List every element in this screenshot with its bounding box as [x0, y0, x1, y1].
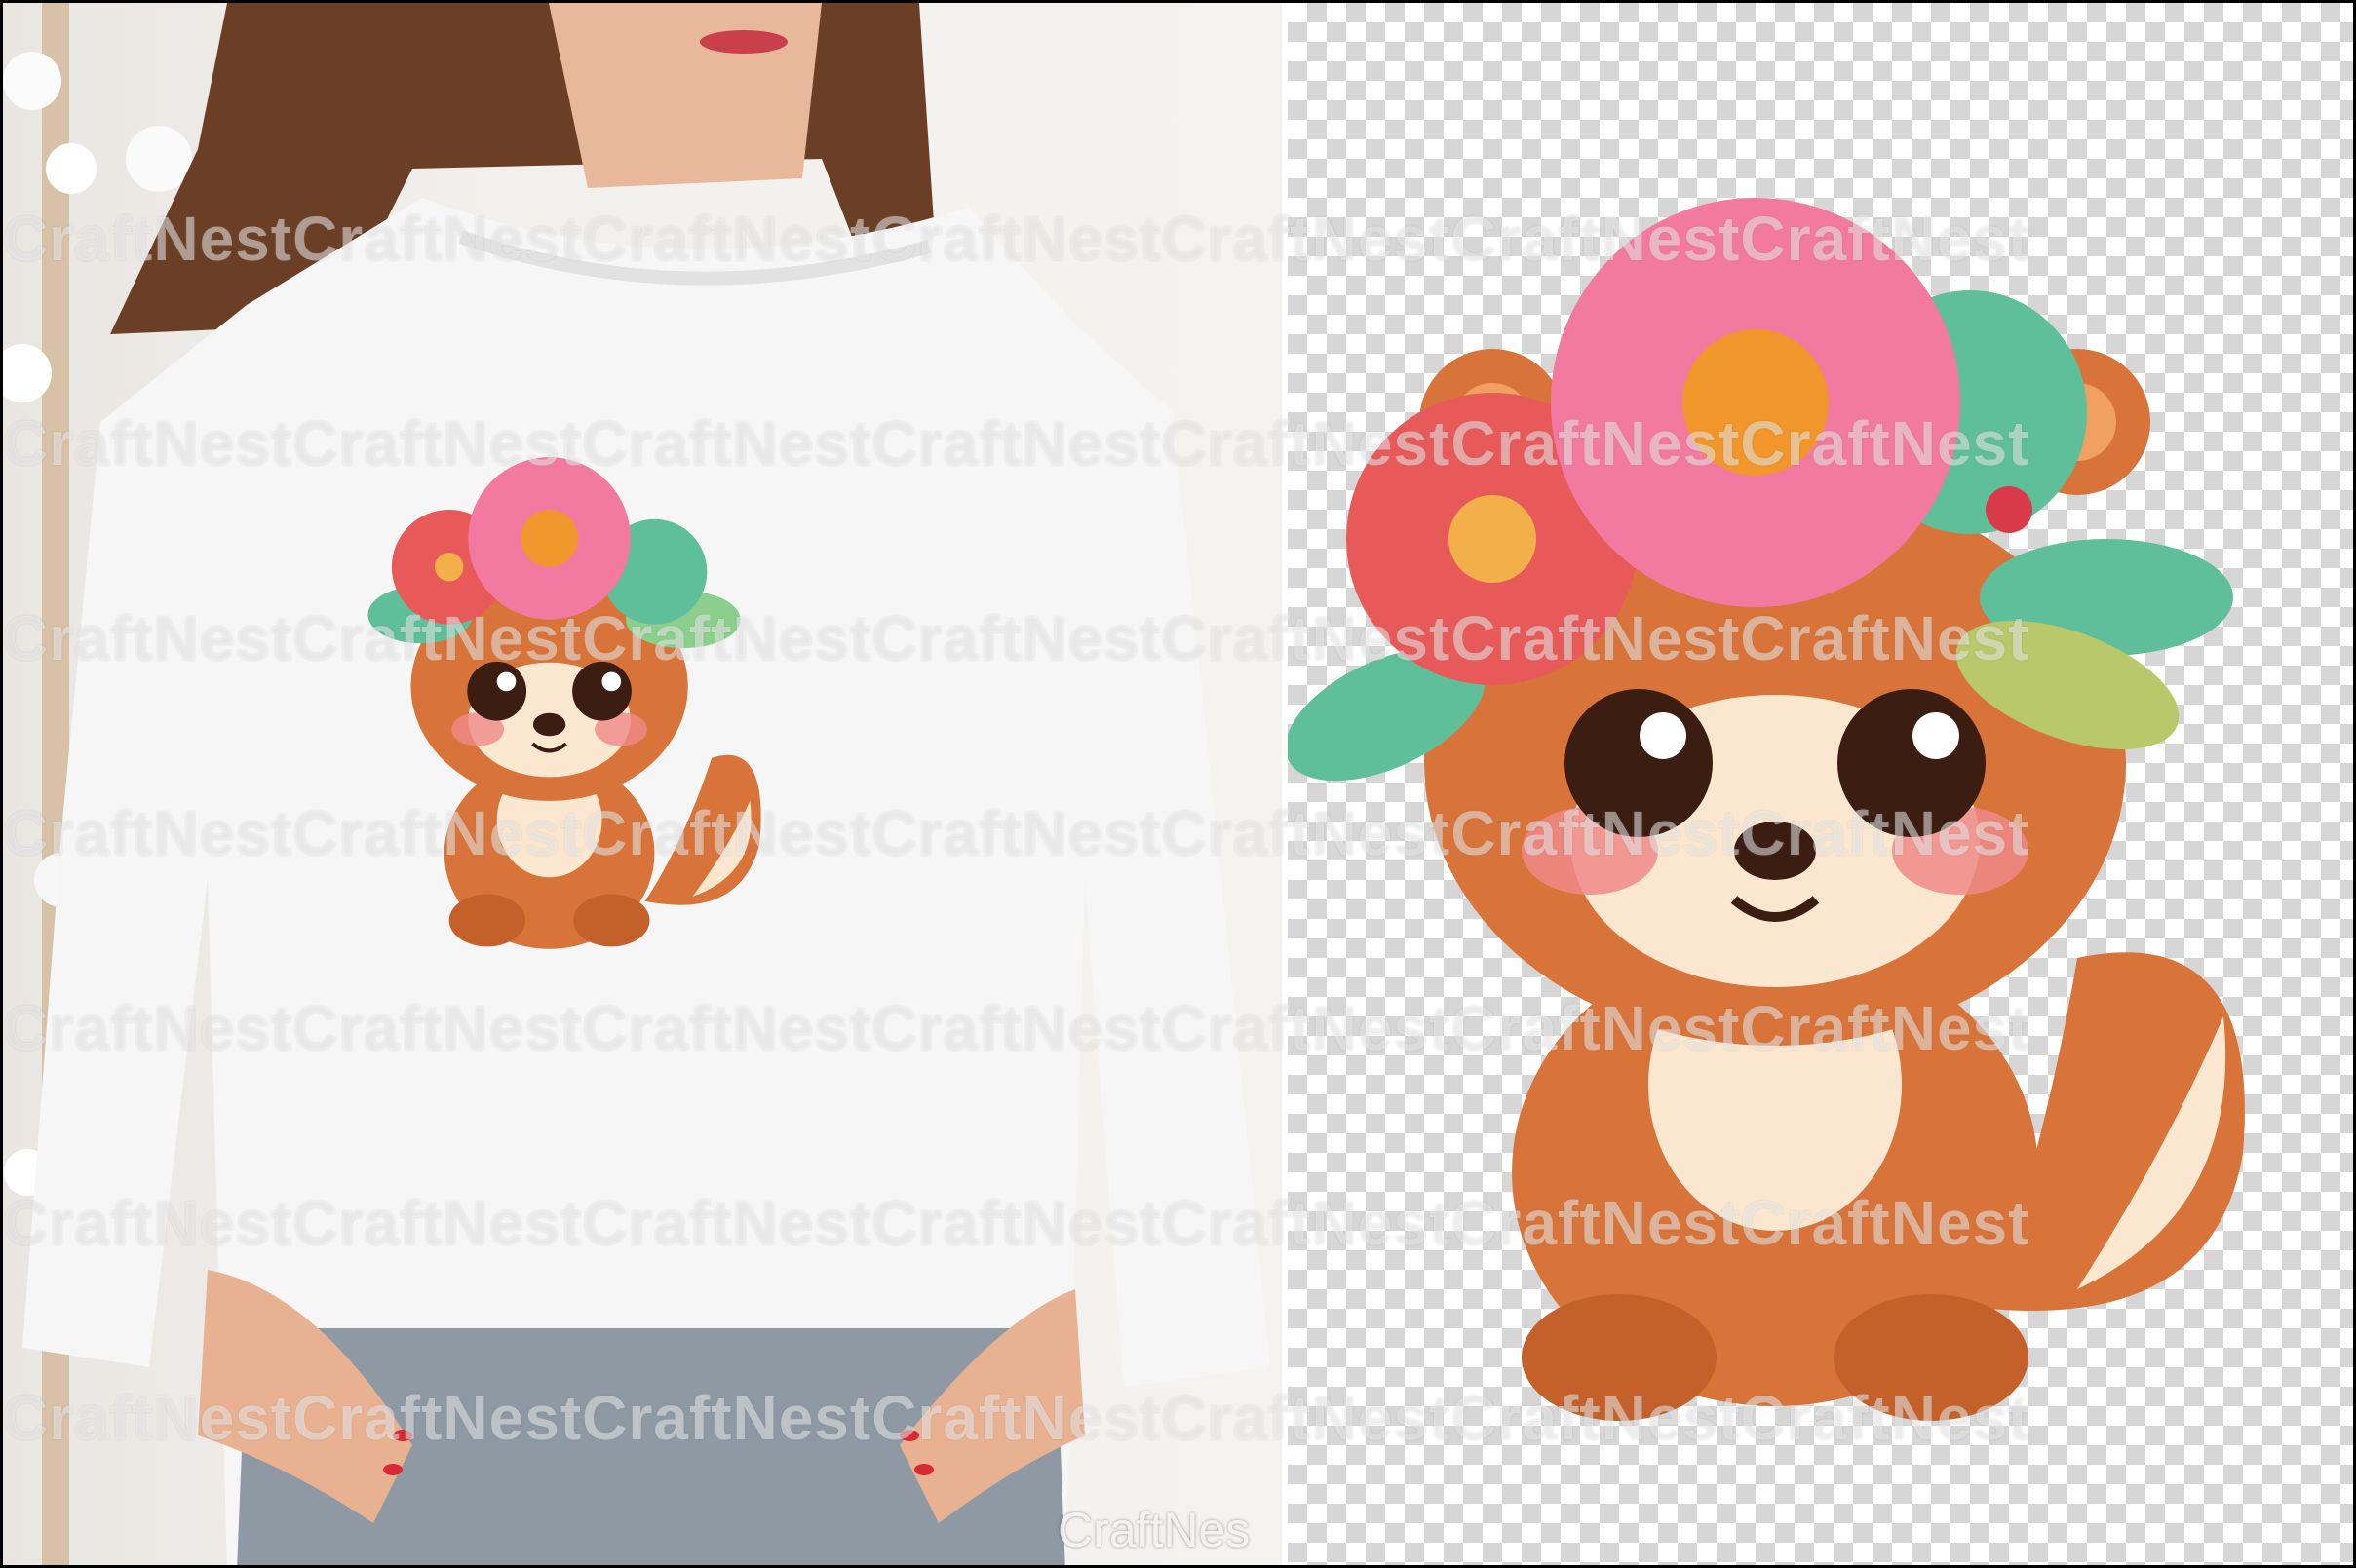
- design-preview-panel: [1288, 3, 2353, 1565]
- image-frame: CraftNestCraftNestCraftNestCraftNestCraf…: [0, 0, 2356, 1568]
- watermark-corner: CraftNes: [1058, 1503, 1251, 1557]
- sweatshirt-mockup-illustration: [3, 3, 1270, 1565]
- fox-design-illustration: [1288, 198, 2245, 1421]
- mockup-photo-panel: [3, 3, 1282, 1565]
